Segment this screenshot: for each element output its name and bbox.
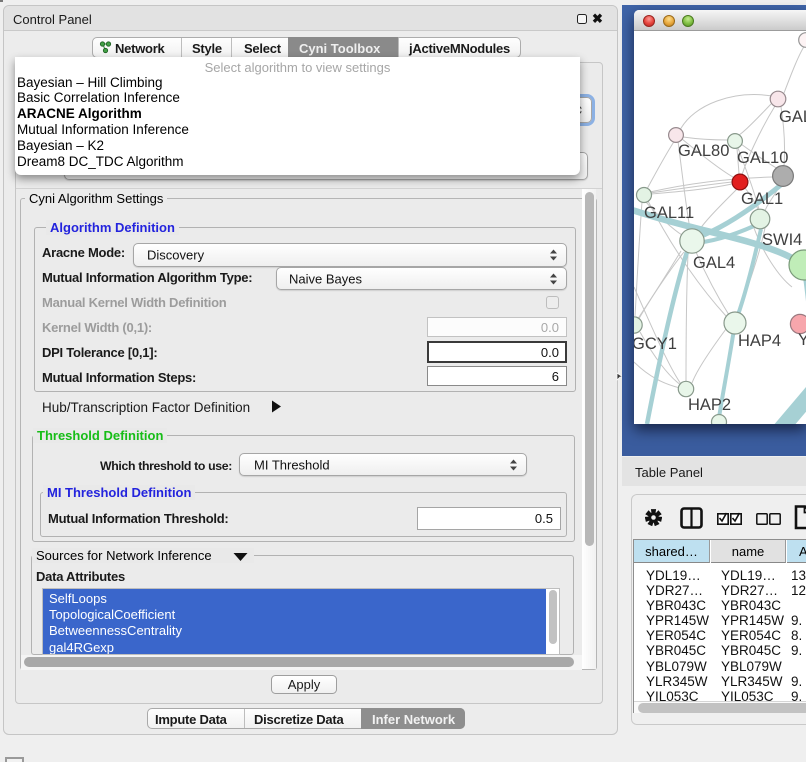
svg-text:Y: Y	[798, 331, 806, 349]
svg-text:GAL1: GAL1	[741, 190, 783, 208]
svg-text:HAP4: HAP4	[738, 332, 781, 350]
svg-text:GAL11: GAL11	[644, 204, 694, 222]
svg-text:GCY1: GCY1	[634, 335, 677, 353]
svg-text:GAL80: GAL80	[678, 142, 729, 160]
svg-text:GAL10: GAL10	[737, 149, 788, 167]
svg-text:GAL4: GAL4	[693, 254, 735, 272]
svg-text:HAP2: HAP2	[688, 396, 731, 414]
svg-text:SWI4: SWI4	[762, 231, 802, 249]
svg-text:GAL: GAL	[779, 108, 806, 126]
